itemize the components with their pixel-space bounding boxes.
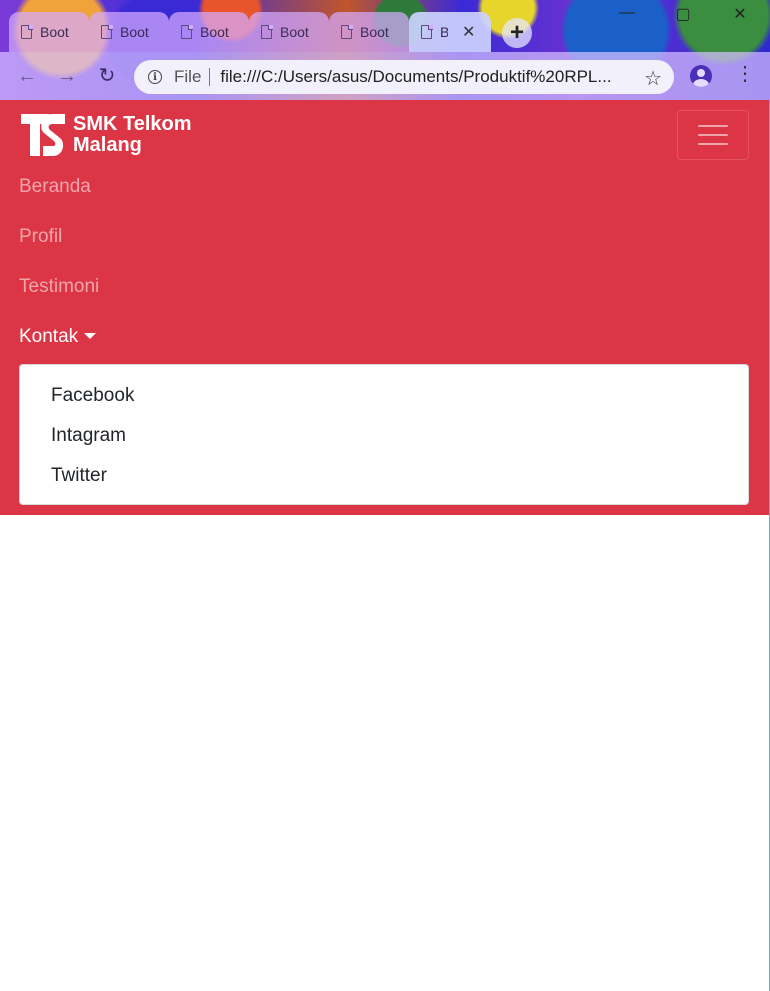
navbar: SMK Telkom Malang Beranda Profil Testimo… bbox=[0, 100, 769, 515]
browser-tab[interactable]: Boot bbox=[89, 12, 169, 52]
nav-link-kontak[interactable]: Kontak bbox=[19, 326, 97, 348]
tab-title: Boot bbox=[360, 24, 389, 40]
reload-icon[interactable]: ↻ bbox=[95, 64, 119, 88]
browser-tab[interactable]: Boot bbox=[249, 12, 329, 52]
browser-tab[interactable]: Boot bbox=[169, 12, 249, 52]
browser-tab[interactable]: Boot bbox=[329, 12, 409, 52]
hamburger-icon[interactable] bbox=[677, 110, 749, 160]
star-icon[interactable]: ☆ bbox=[644, 66, 662, 91]
maximize-icon[interactable]: ▢ bbox=[673, 4, 693, 24]
browser-chrome: Boot Boot Boot Boot Boot B ✕ + — ▢ ✕ ← → bbox=[0, 0, 770, 100]
browser-toolbar: ← → ↻ i File file:///C:/Users/asus/Docum… bbox=[0, 52, 770, 100]
tab-title: B bbox=[440, 24, 448, 40]
minimize-icon[interactable]: — bbox=[617, 4, 637, 22]
browser-tab[interactable]: Boot bbox=[9, 12, 89, 52]
dropdown-menu: Facebook Intagram Twitter bbox=[19, 364, 749, 505]
window-close-icon[interactable]: ✕ bbox=[730, 4, 750, 24]
tab-title: Boot bbox=[200, 24, 229, 40]
brand-line: SMK Telkom bbox=[73, 113, 192, 135]
dropdown-item-twitter[interactable]: Twitter bbox=[51, 465, 107, 487]
navbar-brand[interactable]: SMK Telkom Malang bbox=[19, 112, 192, 158]
back-arrow-icon[interactable]: ← bbox=[15, 64, 39, 88]
brand-line: Malang bbox=[73, 134, 142, 156]
nav-link-beranda[interactable]: Beranda bbox=[19, 176, 91, 198]
dropdown-item-facebook[interactable]: Facebook bbox=[51, 385, 134, 407]
file-icon bbox=[101, 24, 113, 39]
file-icon bbox=[21, 24, 33, 39]
caret-down-icon bbox=[84, 333, 97, 339]
dropdown-item-instagram[interactable]: Intagram bbox=[51, 425, 126, 447]
hamburger-bar bbox=[698, 134, 728, 136]
tab-strip: Boot Boot Boot Boot Boot B ✕ + — ▢ ✕ bbox=[0, 0, 770, 52]
forward-arrow-icon[interactable]: → bbox=[55, 64, 79, 88]
browser-tab-active[interactable]: B ✕ bbox=[409, 12, 491, 52]
url-text[interactable]: file:///C:/Users/asus/Documents/Produkti… bbox=[220, 67, 624, 87]
tab-title: Boot bbox=[280, 24, 309, 40]
profile-icon[interactable] bbox=[690, 65, 712, 87]
address-bar[interactable]: i File file:///C:/Users/asus/Documents/P… bbox=[134, 60, 674, 94]
hamburger-bar bbox=[698, 125, 728, 127]
tab-title: Boot bbox=[120, 24, 149, 40]
tab-title: Boot bbox=[40, 24, 69, 40]
file-icon bbox=[341, 24, 353, 39]
file-icon bbox=[421, 24, 433, 39]
kebab-menu-icon[interactable]: ⋮ bbox=[735, 64, 755, 84]
telkom-logo-icon bbox=[21, 114, 65, 156]
plus-icon[interactable]: + bbox=[502, 18, 532, 48]
nav-link-label: Kontak bbox=[19, 326, 79, 347]
file-icon bbox=[181, 24, 193, 39]
scheme-label: File bbox=[174, 67, 202, 86]
file-icon bbox=[261, 24, 273, 39]
nav-link-testimoni[interactable]: Testimoni bbox=[19, 276, 99, 298]
brand-text: SMK Telkom Malang bbox=[73, 114, 192, 156]
info-icon[interactable]: i bbox=[148, 70, 162, 84]
nav-link-profil[interactable]: Profil bbox=[19, 226, 62, 248]
divider bbox=[209, 68, 211, 86]
close-icon[interactable]: ✕ bbox=[462, 22, 475, 42]
hamburger-bar bbox=[698, 143, 728, 145]
